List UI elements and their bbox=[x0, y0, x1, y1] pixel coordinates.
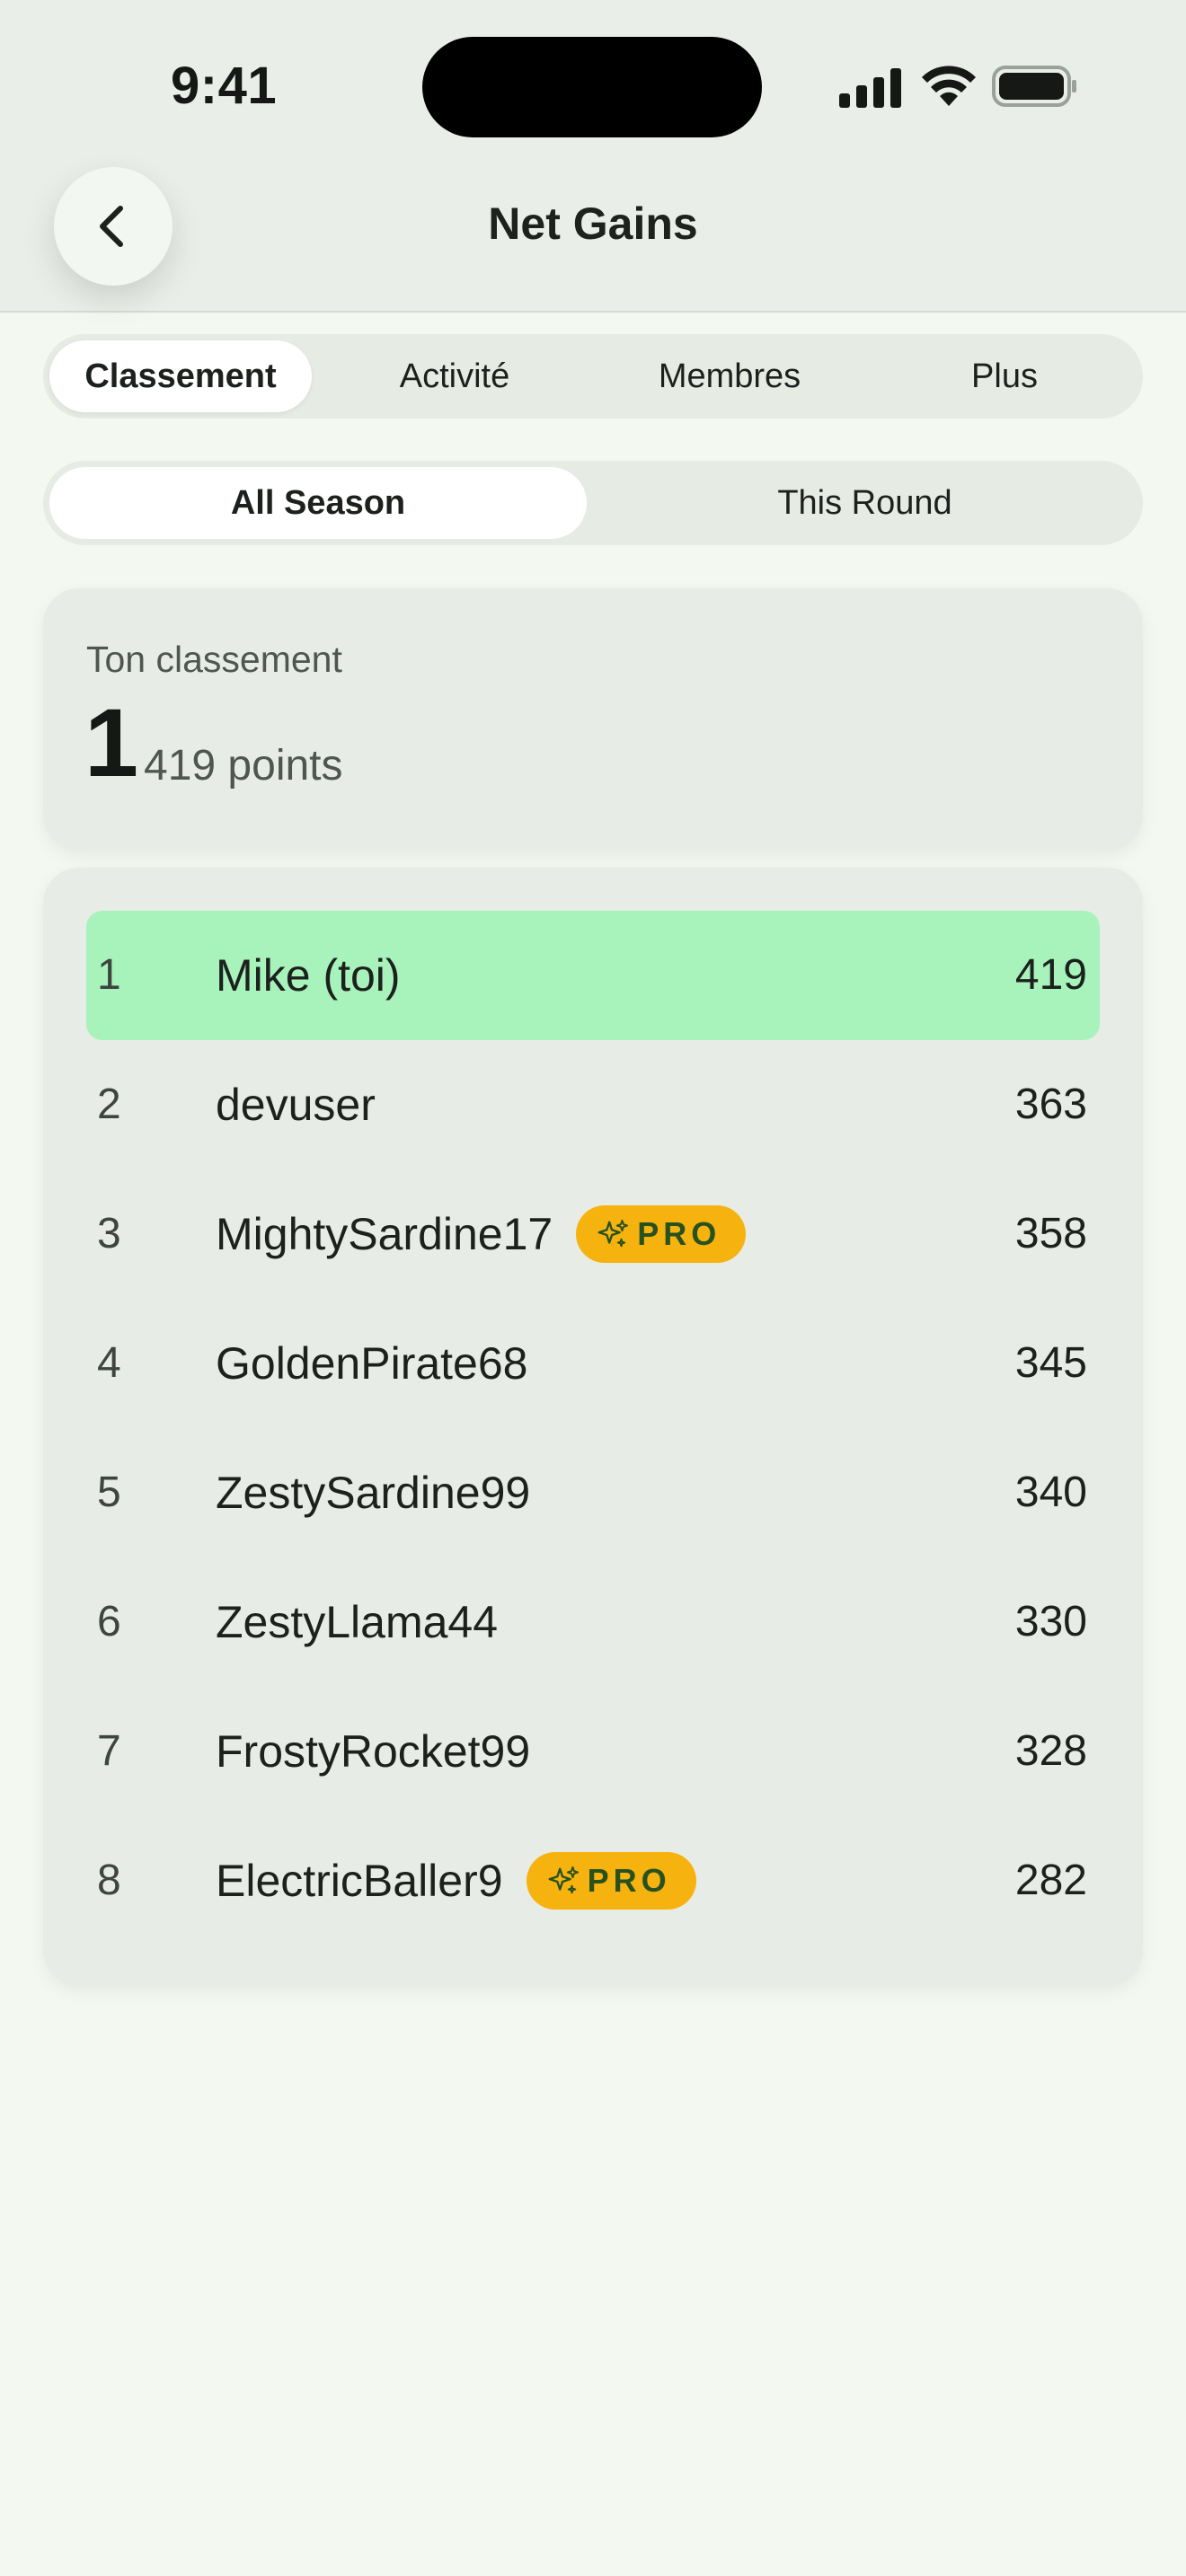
row-score: 340 bbox=[1014, 1469, 1087, 1516]
battery-icon bbox=[992, 66, 1076, 107]
leaderboard-row-current-user[interactable]: 1 Mike (toi) 419 bbox=[86, 911, 1100, 1040]
pro-badge-label: PRO bbox=[637, 1215, 721, 1252]
tab-activite[interactable]: Activité bbox=[322, 340, 588, 412]
player-name: FrostyRocket99 bbox=[216, 1726, 531, 1777]
row-name: ZestyLlama44 bbox=[216, 1557, 498, 1687]
pro-badge-label: PRO bbox=[587, 1862, 671, 1899]
tab-plus[interactable]: Plus bbox=[872, 340, 1137, 412]
row-score: 345 bbox=[1014, 1339, 1087, 1387]
leaderboard-row[interactable]: 5 ZestySardine99 340 bbox=[86, 1428, 1100, 1557]
row-score: 358 bbox=[1014, 1210, 1087, 1257]
row-name: Mike (toi) bbox=[216, 911, 401, 1040]
row-score: 363 bbox=[1014, 1081, 1087, 1128]
my-ranking-card: Ton classement 1 419 points bbox=[43, 588, 1143, 851]
sparkle-icon bbox=[548, 1866, 579, 1894]
row-rank: 5 bbox=[97, 1469, 121, 1516]
row-name: devuser bbox=[216, 1040, 376, 1169]
row-name: MightySardine17 PRO bbox=[216, 1169, 747, 1299]
wifi-icon bbox=[922, 66, 976, 106]
row-score: 328 bbox=[1014, 1727, 1087, 1775]
leaderboard-row[interactable]: 8 ElectricBaller9 PRO 282 bbox=[86, 1816, 1100, 1945]
row-name: GoldenPirate68 bbox=[216, 1299, 527, 1428]
leaderboard-row[interactable]: 4 GoldenPirate68 345 bbox=[86, 1299, 1100, 1428]
row-rank: 2 bbox=[97, 1081, 121, 1128]
tab-bar: Classement Activité Membres Plus bbox=[43, 334, 1143, 419]
player-name: GoldenPirate68 bbox=[216, 1338, 528, 1389]
row-score: 330 bbox=[1014, 1598, 1087, 1645]
period-toggle: All Season This Round bbox=[43, 461, 1143, 545]
my-rank-points: 419 points bbox=[144, 742, 343, 790]
status-time: 9:41 bbox=[171, 57, 278, 115]
player-name: Mike (toi) bbox=[216, 950, 401, 1001]
row-name: FrostyRocket99 bbox=[216, 1687, 530, 1816]
row-name: ElectricBaller9 PRO bbox=[216, 1816, 696, 1945]
tab-classement[interactable]: Classement bbox=[49, 340, 312, 412]
pro-badge: PRO bbox=[576, 1205, 747, 1263]
player-name: devuser bbox=[216, 1080, 376, 1130]
my-rank-number: 1 bbox=[84, 688, 139, 797]
my-ranking-label: Ton classement bbox=[86, 639, 342, 680]
row-rank: 1 bbox=[97, 951, 121, 999]
this-round-toggle[interactable]: This Round bbox=[593, 467, 1137, 539]
row-name: ZestySardine99 bbox=[216, 1428, 530, 1557]
player-name: ZestySardine99 bbox=[216, 1468, 531, 1518]
all-season-toggle[interactable]: All Season bbox=[49, 467, 587, 539]
cellular-signal-icon bbox=[839, 68, 901, 108]
row-score: 282 bbox=[1014, 1857, 1087, 1904]
row-rank: 6 bbox=[97, 1598, 121, 1645]
leaderboard-row[interactable]: 7 FrostyRocket99 328 bbox=[86, 1687, 1100, 1816]
row-rank: 7 bbox=[97, 1727, 121, 1775]
player-name: ElectricBaller9 bbox=[216, 1856, 503, 1906]
leaderboard: 1 Mike (toi) 419 2 devuser 363 3 MightyS… bbox=[43, 868, 1143, 1986]
row-rank: 3 bbox=[97, 1210, 121, 1257]
page-title: Net Gains bbox=[488, 198, 698, 249]
sparkle-icon bbox=[597, 1219, 629, 1248]
dynamic-island bbox=[422, 37, 762, 137]
row-rank: 4 bbox=[97, 1339, 121, 1387]
leaderboard-row[interactable]: 2 devuser 363 bbox=[86, 1040, 1100, 1169]
player-name: ZestyLlama44 bbox=[216, 1597, 499, 1647]
leaderboard-row[interactable]: 6 ZestyLlama44 330 bbox=[86, 1557, 1100, 1687]
row-rank: 8 bbox=[97, 1857, 121, 1904]
app-header: 9:41 Net Gains bbox=[0, 0, 1186, 313]
player-name: MightySardine17 bbox=[216, 1209, 553, 1259]
leaderboard-row[interactable]: 3 MightySardine17 PRO 358 bbox=[86, 1169, 1100, 1299]
row-score: 419 bbox=[1014, 951, 1087, 999]
pro-badge: PRO bbox=[526, 1852, 696, 1910]
tab-membres[interactable]: Membres bbox=[597, 340, 863, 412]
